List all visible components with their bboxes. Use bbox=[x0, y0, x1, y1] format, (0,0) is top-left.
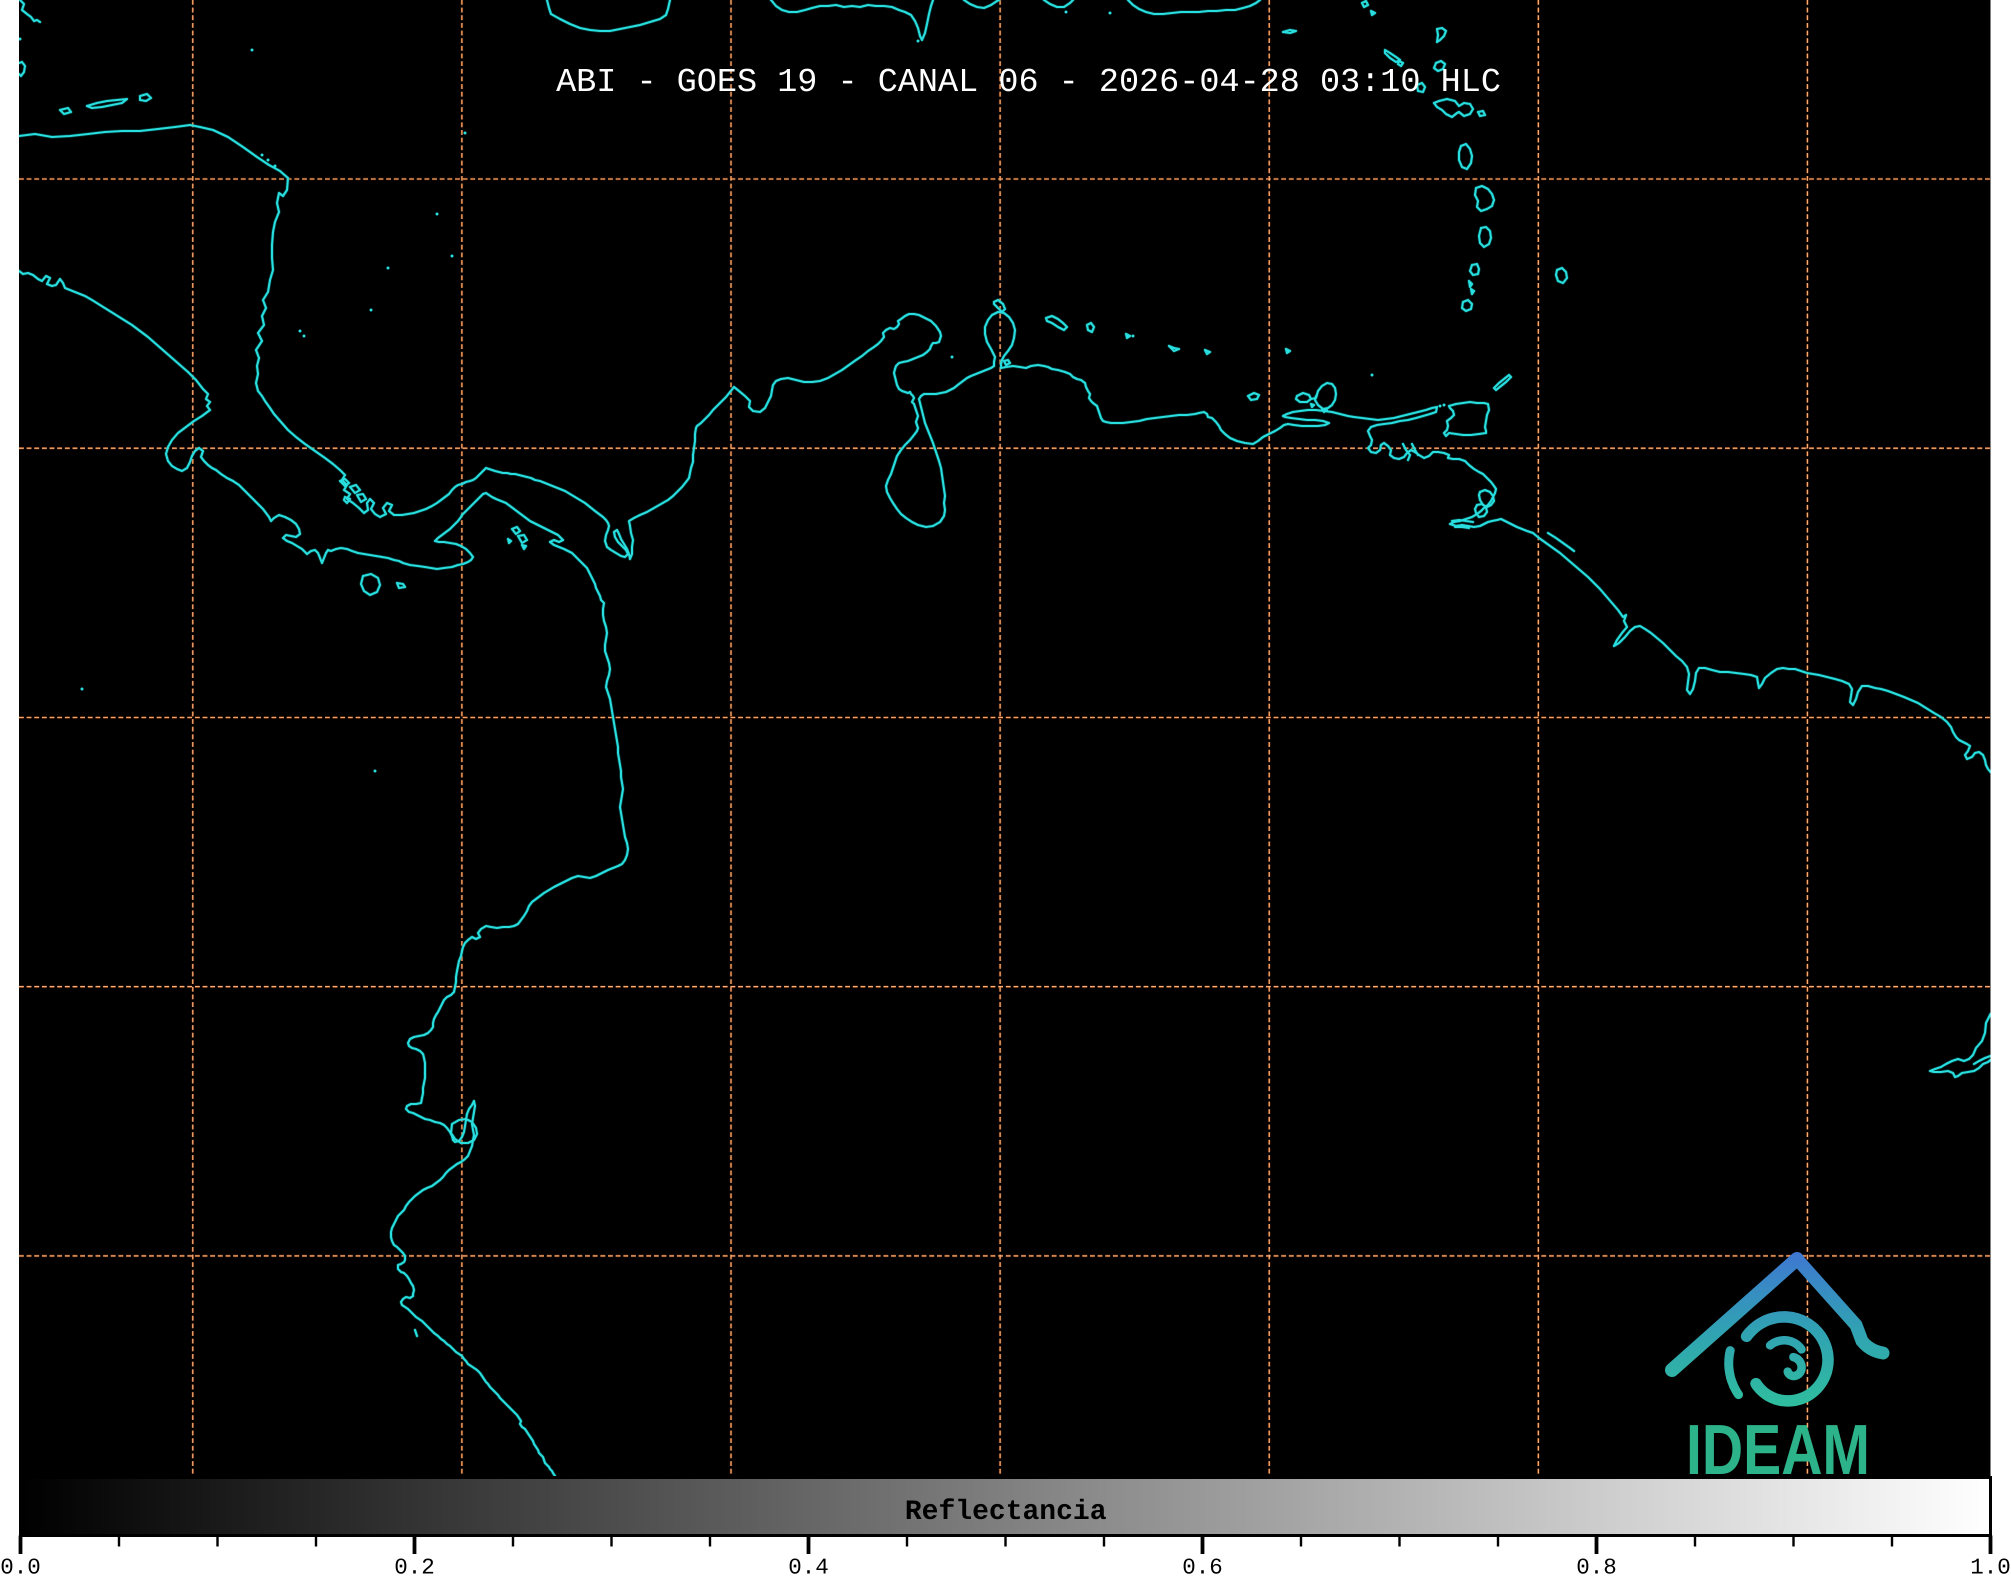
svg-text:0.8: 0.8 bbox=[1576, 1555, 1617, 1577]
svg-text:Reflectancia: Reflectancia bbox=[905, 1497, 1107, 1528]
svg-text:ABI - GOES 19 - CANAL 06 - 202: ABI - GOES 19 - CANAL 06 - 2026-04-28 03… bbox=[556, 64, 1501, 102]
svg-text:0.0: 0.0 bbox=[0, 1555, 41, 1577]
svg-text:0.6: 0.6 bbox=[1182, 1555, 1223, 1577]
svg-text:0.4: 0.4 bbox=[788, 1555, 829, 1577]
svg-text:0.2: 0.2 bbox=[394, 1555, 435, 1577]
svg-text:1.0: 1.0 bbox=[1970, 1555, 2011, 1577]
